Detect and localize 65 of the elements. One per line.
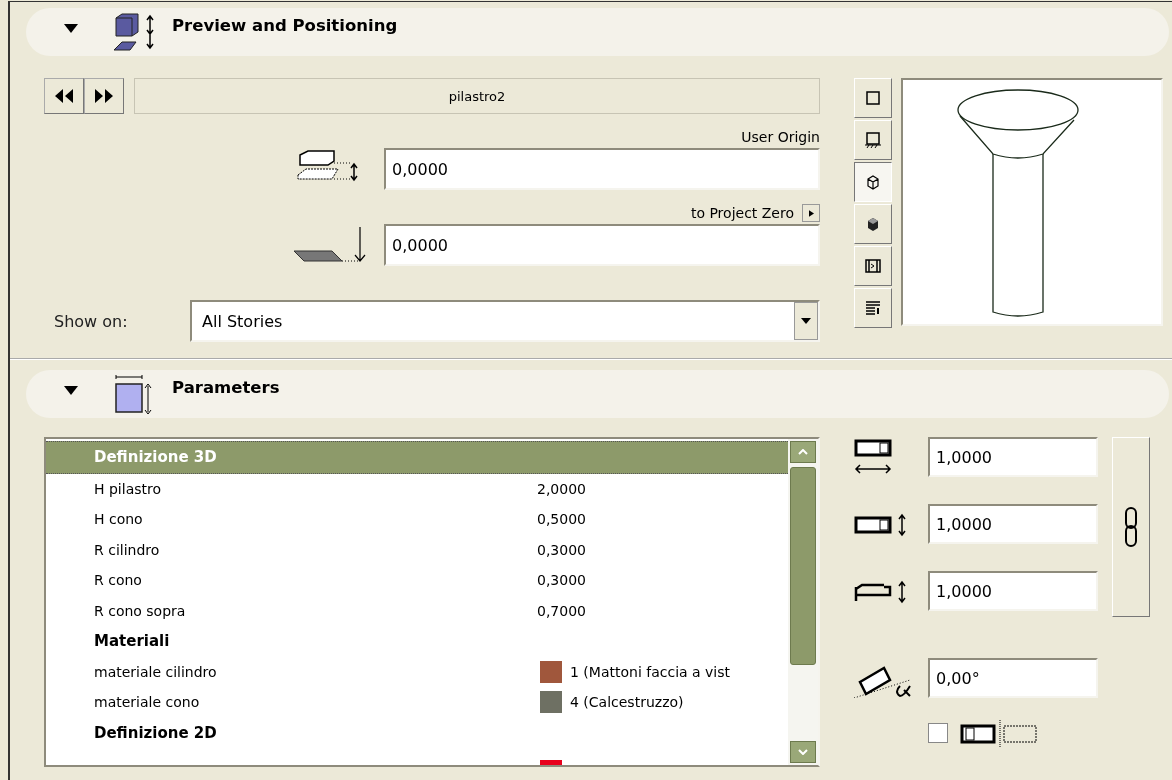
rewind-icon bbox=[54, 89, 74, 103]
film-icon bbox=[864, 257, 882, 275]
field-label: to Project Zero bbox=[690, 205, 794, 221]
section-header[interactable]: Preview and Positioning bbox=[26, 8, 1169, 56]
parameter-value: 0,5000 bbox=[537, 511, 586, 528]
field-label: Show on: bbox=[53, 311, 129, 331]
arrow-right-icon bbox=[808, 209, 814, 217]
parameter-row[interactable]: H pilastro 2,0000 bbox=[46, 473, 788, 504]
parameter-name: R cilindro bbox=[94, 541, 160, 558]
chevron-up-icon bbox=[798, 449, 808, 455]
mirror-icon bbox=[960, 718, 1040, 748]
parameter-value: 0,3000 bbox=[537, 572, 586, 589]
previous-button[interactable] bbox=[44, 78, 84, 114]
depth-field[interactable]: 1,0000 bbox=[928, 504, 1098, 544]
scroll-thumb[interactable] bbox=[790, 467, 816, 665]
parameter-name: H cono bbox=[94, 511, 143, 528]
parameter-name: Definizione 2D bbox=[94, 723, 217, 742]
parameter-name: materiale cilindro bbox=[94, 663, 217, 680]
section-title: Preview and Positioning bbox=[172, 16, 398, 35]
parameter-name: R cono sopra bbox=[94, 602, 186, 619]
show-on-dropdown[interactable]: All Stories bbox=[190, 300, 820, 342]
elevation-field[interactable]: 0,0000 bbox=[384, 148, 820, 190]
parameter-row[interactable]: Materiali bbox=[46, 626, 788, 657]
link-button[interactable] bbox=[1112, 437, 1150, 617]
parameter-value: 0,7000 bbox=[537, 602, 586, 619]
parameter-value: 0,3000 bbox=[537, 541, 586, 558]
parameter-name: H pilastro bbox=[94, 480, 162, 497]
parameter-row[interactable]: Definizione 2D bbox=[46, 717, 788, 748]
parameter-value: 2,0000 bbox=[537, 480, 586, 497]
fast-forward-icon bbox=[94, 89, 114, 103]
scroll-up-button[interactable] bbox=[790, 441, 816, 463]
parameter-row[interactable]: H cono 0,5000 bbox=[46, 504, 788, 535]
parameter-row[interactable]: R cono sopra 0,7000 bbox=[46, 595, 788, 626]
parameter-name: materiale cono bbox=[94, 694, 200, 711]
parameter-value: 4 (Calcestruzzo) bbox=[570, 694, 684, 711]
parameter-row[interactable]: materiale cilindro 1 (Mattoni faccia a vist bbox=[46, 656, 788, 687]
square-icon bbox=[864, 89, 882, 107]
cube-outline-icon bbox=[864, 173, 882, 191]
width-field[interactable]: 1,0000 bbox=[928, 437, 1098, 477]
parameter-name: R cono bbox=[94, 572, 142, 589]
collapse-triangle-icon[interactable] bbox=[64, 386, 78, 396]
section-header[interactable]: Parameters bbox=[26, 370, 1169, 418]
angle-field[interactable]: 0,00° bbox=[928, 658, 1098, 698]
collapse-triangle-icon[interactable] bbox=[64, 24, 78, 34]
object-name-field: pilastro2 bbox=[134, 78, 820, 114]
reference-elevation-field[interactable]: 0,0000 bbox=[384, 224, 820, 266]
mirror-checkbox[interactable] bbox=[928, 723, 948, 743]
parameter-name: Materiali bbox=[94, 632, 170, 651]
plan-icon bbox=[864, 131, 882, 149]
section-title: Parameters bbox=[172, 378, 280, 397]
parameter-row[interactable]: R cilindro 0,3000 bbox=[46, 534, 788, 565]
field-label: User Origin bbox=[741, 129, 820, 145]
chevron-down-icon bbox=[798, 749, 808, 755]
width-icon bbox=[854, 439, 892, 475]
parameter-row[interactable]: R cono 0,3000 bbox=[46, 565, 788, 596]
parameter-row[interactable]: materiale cono 4 (Calcestruzzo) bbox=[46, 687, 788, 718]
scroll-down-button[interactable] bbox=[790, 741, 816, 763]
reference-menu-button[interactable] bbox=[802, 204, 820, 222]
parameter-name: Definizione 3D bbox=[94, 448, 217, 467]
parameter-value: 1 (Mattoni faccia a vist bbox=[570, 663, 731, 680]
chain-link-icon bbox=[1124, 507, 1138, 547]
list-info-icon bbox=[864, 299, 882, 317]
next-button[interactable] bbox=[84, 78, 124, 114]
view-mode-button[interactable] bbox=[854, 162, 892, 202]
height-field[interactable]: 1,0000 bbox=[928, 571, 1098, 611]
